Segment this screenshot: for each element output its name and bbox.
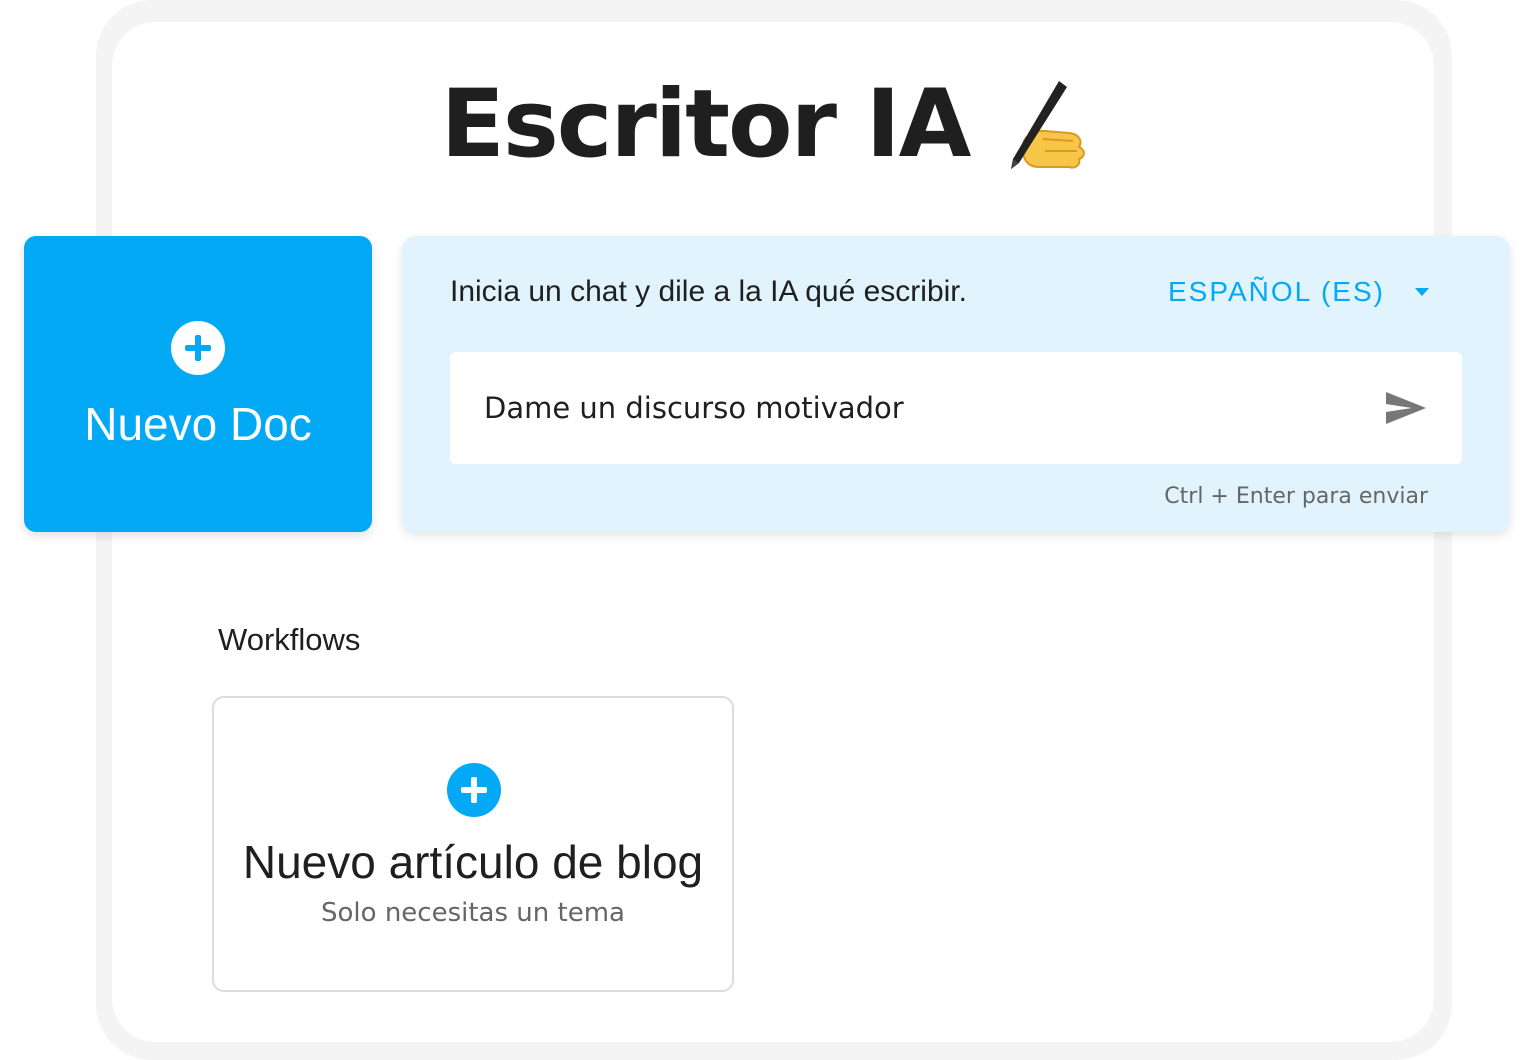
workflow-card-new-blog-article[interactable]: Nuevo artículo de blog Solo necesitas un… [212, 696, 734, 992]
plus-circle-icon [447, 763, 501, 817]
send-icon[interactable] [1384, 388, 1428, 428]
workflow-card-subtitle: Solo necesitas un tema [321, 898, 625, 928]
plus-circle-icon [171, 321, 225, 375]
chat-panel: Inicia un chat y dile a la IA qué escrib… [402, 236, 1510, 532]
workflow-card-title: Nuevo artículo de blog [242, 836, 704, 888]
chat-prompt: Inicia un chat y dile a la IA qué escrib… [450, 275, 967, 308]
chevron-down-icon [1414, 288, 1429, 296]
new-doc-label: Nuevo Doc [84, 398, 312, 450]
page-title: Escritor IA [0, 70, 1534, 180]
page-title-text: Escritor IA [440, 70, 972, 179]
workflows-title: Workflows [218, 622, 361, 657]
new-doc-button[interactable]: Nuevo Doc [24, 236, 372, 532]
language-label: ESPAÑOL (ES) [1168, 276, 1385, 307]
chat-input-box [450, 352, 1462, 464]
send-hint: Ctrl + Enter para enviar [1164, 484, 1428, 509]
chat-input[interactable] [482, 352, 1362, 464]
language-select[interactable]: ESPAÑOL (ES) [1168, 272, 1429, 312]
writing-hand-icon [1011, 81, 1086, 169]
